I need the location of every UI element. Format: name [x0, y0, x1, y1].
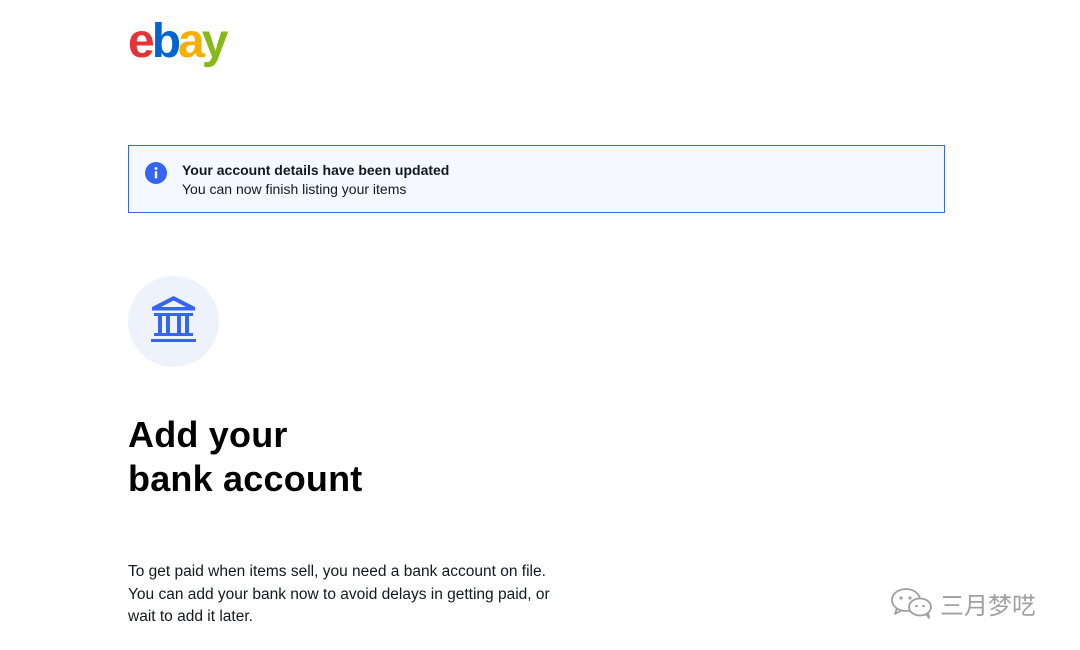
bank-icon — [151, 296, 196, 342]
page-title-line-2: bank account — [128, 458, 363, 499]
description-line-1: To get paid when items sell, you need a … — [128, 563, 546, 580]
info-icon — [145, 162, 167, 184]
notice-title: Your account details have been updated — [182, 162, 450, 178]
bank-badge — [128, 276, 219, 367]
watermark: 三月梦呓 — [890, 585, 1036, 621]
description-line-3: wait to add it later. — [128, 608, 253, 625]
ebay-logo[interactable]: ebay — [128, 16, 240, 72]
watermark-label: 三月梦呓 — [940, 591, 1036, 620]
svg-text:ebay: ebay — [128, 16, 229, 68]
notice-message: You can now finish listing your items — [182, 181, 407, 197]
page-title-line-1: Add your — [128, 414, 288, 455]
description-line-2: You can add your bank now to avoid delay… — [128, 585, 550, 603]
page: ebay Your account details have been upda… — [0, 0, 1080, 650]
description: To get paid when items sell, you need a … — [128, 561, 598, 629]
wechat-icon — [891, 588, 932, 619]
page-title: Add your bank account — [128, 413, 362, 501]
ebay-logo-icon: ebay — [128, 16, 232, 68]
account-updated-notice: Your account details have been updated Y… — [128, 145, 945, 213]
